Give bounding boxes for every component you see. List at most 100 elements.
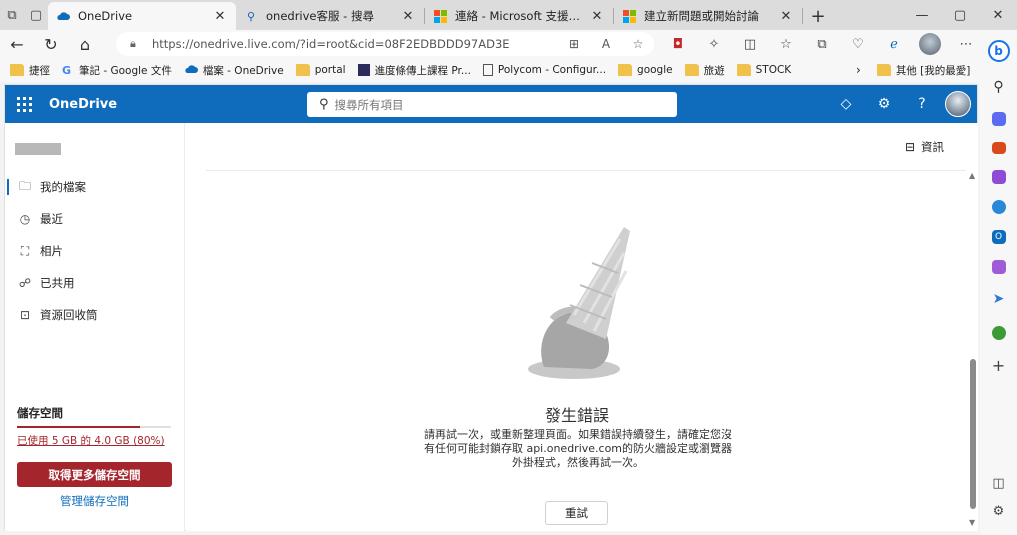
shopping-tag-icon[interactable] (991, 112, 1006, 126)
bookmark-label: 檔案 - OneDrive (202, 64, 284, 77)
tab-title: 連絡 - Microsoft 支援服務 (455, 9, 589, 23)
browser-tab-discussion[interactable]: 建立新問題或開始討論 ✕ (614, 2, 802, 30)
home-icon[interactable]: ⌂ (68, 30, 102, 58)
edge-icon[interactable]: ℯ (876, 30, 912, 58)
close-icon[interactable]: ✕ (400, 9, 416, 24)
nav-item-my-files[interactable]: 🗀︎ 我的檔案 (5, 171, 185, 203)
nav-item-photos[interactable]: ⛶ 相片 (5, 235, 185, 267)
bookmark-item[interactable]: 捷徑 (10, 63, 50, 78)
error-title: 發生錯誤 (544, 406, 609, 425)
tab-title: onedrive客服 - 搜尋 (266, 9, 374, 23)
back-icon[interactable]: ← (0, 30, 34, 58)
favorite-star-icon[interactable]: ☆ (622, 37, 654, 51)
microsoft-logo-icon (433, 9, 447, 23)
bookmark-label: 旅遊 (703, 64, 725, 77)
add-icon[interactable]: + (988, 354, 1010, 376)
tools-briefcase-icon[interactable] (991, 142, 1006, 154)
other-favorites[interactable]: 其他 [我的最愛] (876, 63, 970, 78)
more-options-icon[interactable]: ⋯ (948, 30, 984, 58)
scroll-up-icon[interactable]: ▲ (969, 171, 975, 180)
get-more-storage-button[interactable]: 取得更多儲存空間 (17, 462, 172, 487)
tab-actions-icon[interactable]: ▢ (24, 0, 48, 30)
search-box[interactable]: ⚲ (307, 92, 677, 117)
outlook-icon[interactable]: O (991, 230, 1006, 244)
close-icon[interactable]: ✕ (212, 9, 228, 24)
brand-title[interactable]: OneDrive (49, 97, 117, 112)
browser-tab-onedrive[interactable]: OneDrive ✕ (48, 2, 236, 30)
retry-button[interactable]: 重試 (545, 501, 608, 525)
info-button[interactable]: ⊟ 資訊 (905, 139, 944, 155)
people-icon: ☍ (18, 276, 32, 290)
tree-icon[interactable] (991, 326, 1006, 340)
address-bar[interactable]: 🔒︎ https://onedrive.live.com/?id=root&ci… (116, 32, 654, 56)
read-aloud-icon[interactable]: A (590, 37, 622, 51)
close-window-icon[interactable]: ✕ (979, 0, 1017, 30)
bookmark-item[interactable]: 檔案 - OneDrive (184, 63, 284, 78)
search-icon[interactable]: ⚲ (988, 76, 1010, 98)
help-icon[interactable]: ? (903, 85, 941, 123)
favorites-icon[interactable]: ☆ (768, 30, 804, 58)
games-icon[interactable] (991, 170, 1006, 184)
chevron-right-icon[interactable]: › (856, 63, 861, 77)
refresh-icon[interactable]: ↻ (34, 30, 68, 58)
bookmarks-overflow: › 其他 [我的最愛] (856, 58, 982, 82)
close-icon[interactable]: ✕ (778, 9, 794, 24)
bing-copilot-icon[interactable]: b (987, 40, 1010, 62)
cloud-icon (56, 9, 70, 23)
scroll-down-icon[interactable]: ▼ (969, 518, 975, 527)
maximize-icon[interactable]: ▢ (941, 0, 979, 30)
bookmark-item[interactable]: 旅遊 (684, 63, 725, 78)
workspaces-icon[interactable]: ⧉ (0, 0, 24, 30)
browser-essentials-icon[interactable]: ♡ (840, 30, 876, 58)
history-icon: ◷ (19, 212, 31, 226)
storage-usage-link[interactable]: 已使用 5 GB 的 4.0 GB (80%) (17, 433, 165, 448)
url-text[interactable]: https://onedrive.live.com/?id=root&cid=0… (152, 37, 558, 51)
bookmark-item[interactable]: 進度條傳上課程 Pr... (357, 63, 471, 78)
app-launcher-icon[interactable] (5, 85, 43, 123)
premium-diamond-icon[interactable]: ◇ (827, 85, 865, 123)
extensions-icon[interactable]: ✧ (696, 30, 732, 58)
new-tab-button[interactable]: + (803, 2, 833, 30)
bookmark-item[interactable]: google (618, 64, 673, 76)
extension-shield-icon[interactable]: ◘ (660, 30, 696, 58)
bookmark-label: 捷徑 (29, 64, 50, 77)
nav-item-shared[interactable]: ☍ 已共用 (5, 267, 185, 299)
bookmark-item[interactable]: Polycom - Configur... (482, 64, 606, 76)
profile-avatar[interactable] (919, 33, 941, 55)
search-input[interactable] (334, 97, 635, 112)
collections-icon[interactable]: ⧉ (804, 30, 840, 58)
app-available-icon[interactable]: ⊞ (558, 37, 590, 51)
account-avatar[interactable] (945, 91, 971, 117)
bookmark-label: STOCK (755, 64, 792, 76)
page-icon (482, 64, 493, 76)
vertical-scrollbar[interactable]: ▲ ▼ (968, 171, 978, 527)
microsoft-365-icon[interactable] (991, 200, 1006, 214)
info-pane-icon: ⊟ (904, 140, 915, 154)
account-name-redacted (15, 143, 61, 155)
scrollbar-thumb[interactable] (970, 359, 976, 509)
error-message: 請再試一次，或重新整理頁面。如果錯誤持續發生，請確定您沒有任何可能封鎖存取 ap… (423, 428, 733, 469)
bookmark-item[interactable]: STOCK (736, 64, 792, 76)
minimize-icon[interactable]: — (903, 0, 941, 30)
lock-icon[interactable]: 🔒︎ (130, 37, 152, 51)
browser-toolbar: ◘ ✧ ◫ ☆ ⧉ ♡ ℯ ⋯ (660, 30, 984, 58)
designer-icon[interactable] (991, 260, 1006, 274)
split-screen-icon[interactable]: ◫ (732, 30, 768, 58)
manage-storage-link[interactable]: 管理儲存空間 (17, 493, 172, 509)
settings-gear-icon[interactable]: ⚙ (865, 85, 903, 123)
left-navigation: 🗀︎ 我的檔案 ◷ 最近 ⛶ 相片 ☍ 已共用 ⊡ 資源回收筒 儲存空間 已使用… (5, 123, 185, 531)
close-icon[interactable]: ✕ (589, 9, 605, 24)
browser-tab-support[interactable]: 連絡 - Microsoft 支援服務 ✕ (425, 2, 613, 30)
nav-item-recent[interactable]: ◷ 最近 (5, 203, 185, 235)
browser-tab-search[interactable]: ⚲ onedrive客服 - 搜尋 ✕ (236, 2, 424, 30)
send-icon[interactable]: ➤ (988, 288, 1010, 310)
bookmark-item[interactable]: portal (295, 64, 346, 76)
info-label: 資訊 (921, 140, 944, 154)
tab-title: OneDrive (78, 9, 133, 23)
nav-item-recycle-bin[interactable]: ⊡ 資源回收筒 (5, 299, 185, 331)
app-header: OneDrive ⚲ ◇ ⚙ ? (5, 85, 977, 123)
sidebar-layout-icon[interactable]: ◫ (988, 472, 1010, 494)
folder-icon (876, 64, 891, 76)
bookmark-item[interactable]: G 筆記 - Google 文件 (62, 63, 172, 78)
settings-gear-icon[interactable]: ⚙ (988, 500, 1010, 522)
